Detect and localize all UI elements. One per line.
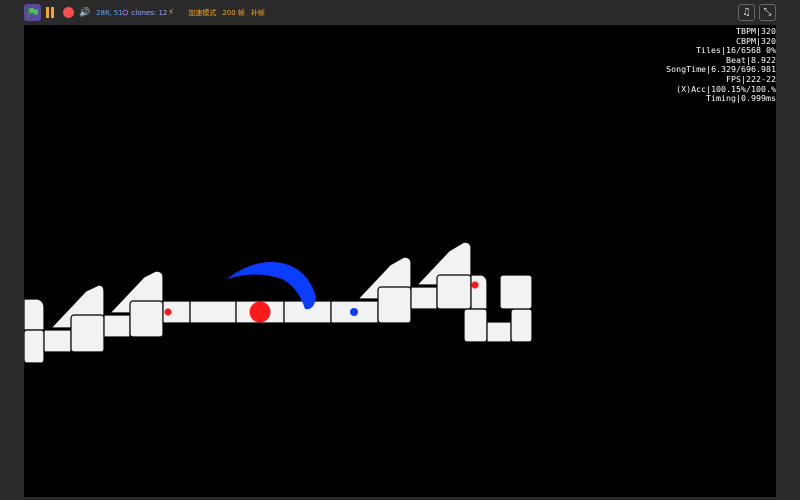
stats-hud: TBPM|320 CBPM|320 Tiles|16/6568 0% Beat|… — [666, 26, 776, 104]
tile — [470, 274, 488, 310]
tile — [24, 329, 45, 364]
green-flag-icon — [27, 7, 38, 18]
checkpoint-dot-ice — [350, 308, 358, 316]
clones-text: clones: 12 — [131, 8, 168, 17]
game-stage[interactable]: TBPM|320 CBPM|320 Tiles|16/6568 0% Beat|… — [24, 25, 776, 497]
tile — [103, 314, 131, 338]
pause-button[interactable] — [44, 4, 56, 21]
tile — [189, 300, 237, 324]
green-flag-button[interactable] — [24, 4, 41, 21]
tile — [43, 329, 72, 353]
fullscreen-exit-icon: ⤡ — [763, 7, 772, 18]
toolbar: 🔊 288, 51 ⛭ clones: 12 ⚡ 加速模式 200 帧 补帧 ♫… — [0, 0, 800, 25]
tile — [129, 300, 164, 338]
sound-settings-button[interactable]: ♫ — [738, 4, 755, 21]
turbo-label: 加速模式 — [188, 8, 217, 17]
tile — [70, 314, 105, 353]
tile — [24, 298, 45, 331]
fullscreen-button[interactable]: ⤡ — [759, 4, 776, 21]
checkpoint-dot-fire — [471, 281, 479, 289]
tile — [486, 321, 512, 343]
tile — [499, 274, 533, 310]
clones-icon: ⛭ — [122, 7, 129, 17]
loop-hole — [487, 297, 500, 315]
pause-icon — [46, 7, 49, 18]
volume-icon: 🔊 — [79, 7, 91, 18]
tile — [463, 308, 488, 343]
fire-planet — [249, 301, 271, 323]
stop-button[interactable] — [62, 4, 74, 21]
tile-path — [24, 241, 533, 364]
lightning-icon: ⚡ — [168, 7, 175, 18]
volume-button[interactable]: 🔊 — [79, 4, 90, 21]
coords-text: 288, 51 — [96, 8, 123, 17]
hud-row-timing: Timing|0.999ms — [706, 93, 776, 104]
mouse-coords: 288, 51 — [96, 4, 123, 21]
tile — [510, 308, 533, 343]
tile — [377, 286, 412, 324]
turbo-mode[interactable]: ⚡ 加速模式 200 帧 补帧 — [168, 4, 265, 21]
checkpoint-dot-fire — [164, 308, 172, 316]
fps-label: 200 帧 — [222, 8, 245, 17]
tile — [436, 274, 472, 310]
clones-counter: ⛭ clones: 12 — [122, 4, 167, 21]
tile — [410, 286, 438, 310]
sound-settings-icon: ♫ — [742, 7, 751, 18]
interp-label: 补帧 — [250, 8, 265, 17]
stop-icon — [62, 7, 74, 18]
